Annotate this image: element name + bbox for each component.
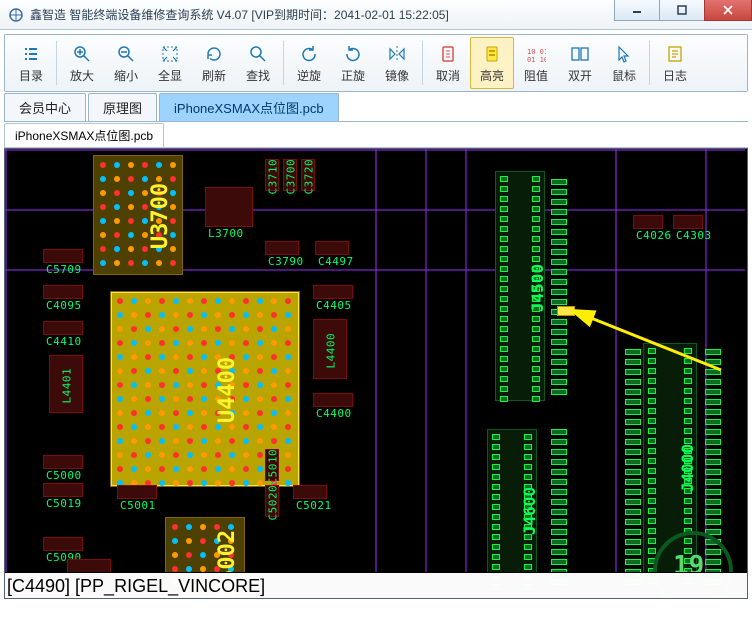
component-C4497[interactable]: C4497 — [315, 241, 349, 255]
sub-tabs: iPhoneXSMAX点位图.pcb — [4, 124, 748, 148]
window-controls — [614, 0, 752, 29]
cursor-icon — [613, 43, 635, 65]
maximize-button[interactable] — [659, 0, 705, 21]
toolbar-separator — [649, 41, 650, 85]
toolbar-list-button[interactable]: 目录 — [9, 37, 53, 89]
component-C5090[interactable]: C5090 — [43, 537, 83, 551]
component-C4400[interactable]: C4400 — [313, 393, 353, 407]
toolbar-rot-ccw-button[interactable]: 逆旋 — [287, 37, 331, 89]
status-bar: [C4490] [PP_RIGEL_VINCORE] — [5, 572, 747, 598]
mirror-icon — [386, 43, 408, 65]
main-tab[interactable]: iPhoneXSMAX点位图.pcb — [159, 93, 339, 121]
highlighted-component[interactable] — [557, 306, 575, 316]
refresh-icon — [203, 43, 225, 65]
svg-text:10 01: 10 01 — [527, 48, 546, 56]
toolbar-search-button[interactable]: 查找 — [236, 37, 280, 89]
component-L3700[interactable]: L3700 — [205, 187, 253, 227]
toolbar-separator — [283, 41, 284, 85]
document-tabs: 会员中心原理图iPhoneXSMAX点位图.pcb — [4, 96, 748, 122]
component-C4095[interactable]: C4095 — [43, 285, 83, 299]
component-C4410[interactable]: C4410 — [43, 321, 83, 335]
component-C3790[interactable]: C3790 — [265, 241, 299, 255]
toolbar-rot-cw-button[interactable]: 正旋 — [331, 37, 375, 89]
component-C4026[interactable]: C4026 — [633, 215, 663, 229]
component-C5020[interactable]: C5020 — [265, 485, 279, 517]
app-icon — [8, 7, 24, 23]
toolbar-highlight-button[interactable]: 高亮 — [470, 37, 514, 89]
dual-icon — [569, 43, 591, 65]
resistor-icon: 10 0101 10 — [525, 43, 547, 65]
toolbar-mirror-button[interactable]: 镜像 — [375, 37, 419, 89]
toolbar-refresh-button[interactable]: 刷新 — [192, 37, 236, 89]
component-C5010[interactable]: C5010 — [265, 449, 279, 481]
highlight-icon — [481, 43, 503, 65]
list-icon — [20, 43, 42, 65]
component-C4303[interactable]: C4303 — [673, 215, 703, 229]
component-C5001[interactable]: C5001 — [117, 485, 157, 499]
main-tab[interactable]: 会员中心 — [4, 93, 86, 121]
component-C4405[interactable]: C4405 — [313, 285, 353, 299]
component-C3700[interactable]: C3700 — [283, 159, 297, 191]
rot-ccw-icon — [298, 43, 320, 65]
svg-text:01 10: 01 10 — [527, 56, 546, 64]
component-C5019[interactable]: C5019 — [43, 483, 83, 497]
component-C5709[interactable]: C5709 — [43, 249, 83, 263]
toolbar-separator — [422, 41, 423, 85]
fit-icon — [159, 43, 181, 65]
component-L4401[interactable]: L4401 — [49, 355, 83, 413]
log-icon — [664, 43, 686, 65]
window-title: 鑫智造 智能终端设备维修查询系统 V4.07 [VIP到期时间：2041-02-… — [30, 6, 614, 23]
component-C5021[interactable]: C5021 — [293, 485, 327, 499]
component-C5000[interactable]: C5000 — [43, 455, 83, 469]
sub-tab[interactable]: iPhoneXSMAX点位图.pcb — [4, 123, 164, 147]
component-L4400[interactable]: L4400 — [313, 319, 347, 379]
minimize-button[interactable] — [614, 0, 660, 21]
toolbar-log-button[interactable]: 日志 — [653, 37, 697, 89]
search-icon — [247, 43, 269, 65]
toolbar-zoom-out-button[interactable]: 缩小 — [104, 37, 148, 89]
component-C3710[interactable]: C3710 — [265, 159, 279, 191]
close-button[interactable] — [704, 0, 752, 21]
toolbar-separator — [56, 41, 57, 85]
pcb-canvas[interactable]: U4400U5002U3700J4500J4600J4000L3700C3710… — [4, 148, 748, 599]
toolbar-fit-button[interactable]: 全显 — [148, 37, 192, 89]
toolbar-container: 目录放大缩小全显刷新查找逆旋正旋镜像取消高亮10 0101 10阻值双开鼠标日志 — [4, 34, 748, 92]
toolbar-cursor-button[interactable]: 鼠标 — [602, 37, 646, 89]
toolbar-dual-button[interactable]: 双开 — [558, 37, 602, 89]
zoom-out-icon — [115, 43, 137, 65]
toolbar-cancel-button[interactable]: 取消 — [426, 37, 470, 89]
component-C3720[interactable]: C3720 — [301, 159, 315, 191]
main-tab[interactable]: 原理图 — [88, 93, 157, 121]
toolbar-resistor-button[interactable]: 10 0101 10阻值 — [514, 37, 558, 89]
rot-cw-icon — [342, 43, 364, 65]
toolbar-zoom-in-button[interactable]: 放大 — [60, 37, 104, 89]
main-toolbar: 目录放大缩小全显刷新查找逆旋正旋镜像取消高亮10 0101 10阻值双开鼠标日志 — [5, 35, 747, 91]
cancel-icon — [437, 43, 459, 65]
window-titlebar: 鑫智造 智能终端设备维修查询系统 V4.07 [VIP到期时间：2041-02-… — [0, 0, 752, 30]
zoom-in-icon — [71, 43, 93, 65]
